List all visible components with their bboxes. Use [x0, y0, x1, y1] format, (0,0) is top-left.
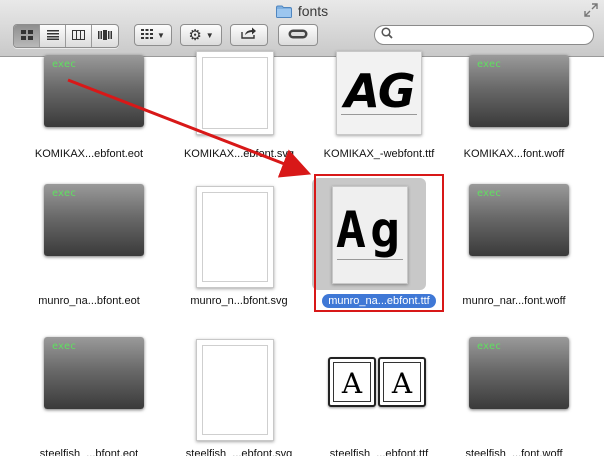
chevron-down-icon: ▼	[157, 30, 165, 40]
file-item[interactable]: exec KOMIKAX...font.woff	[445, 51, 595, 191]
file-name-label: steelfish_...font.woff	[465, 448, 563, 456]
exec-file-icon: exec	[469, 337, 569, 409]
column-view-button[interactable]	[66, 25, 92, 47]
file-item[interactable]: exec munro_na...bfont.eot	[20, 174, 170, 314]
document-icon	[196, 51, 274, 135]
icon-view-button[interactable]	[14, 25, 40, 47]
coverflow-icon	[98, 27, 112, 45]
search-field[interactable]	[374, 25, 594, 45]
file-grid: exec KOMIKAX...ebfont.eot KOMIKAX...ebfont…	[0, 51, 604, 456]
file-name-label: KOMIKAX_-webfont.ttf	[323, 148, 435, 160]
file-name-label: KOMIKAX...font.woff	[463, 148, 565, 160]
list-view-button[interactable]	[40, 25, 66, 47]
file-name-label: munro_na...bfont.eot	[38, 295, 140, 307]
file-name-label: steelfish_...bfont.eot	[39, 448, 139, 456]
search-input[interactable]	[397, 27, 581, 43]
file-item[interactable]: KOMIKAX...ebfont.svg	[170, 51, 320, 191]
file-item[interactable]: exec steelfish_...bfont.eot	[20, 327, 170, 456]
file-name-label: munro_n...bfont.svg	[190, 295, 288, 307]
exec-file-icon: exec	[469, 55, 569, 127]
gear-icon: ⚙	[188, 26, 202, 44]
finder-window: fonts ▼ ⚙ ▼ exec KOMIKAX...ebfont.eot KO…	[0, 0, 604, 456]
share-icon	[241, 26, 257, 44]
file-item[interactable]: steelfish_...ebfont.svg	[170, 327, 320, 456]
file-name-label: steelfish_...ebfont.svg	[185, 448, 293, 456]
chevron-down-icon: ▼	[205, 30, 214, 40]
font-preview-icon: AG	[336, 51, 422, 135]
share-button[interactable]	[230, 24, 268, 46]
arrange-icon	[141, 26, 154, 44]
annotation-highlight-box	[314, 174, 444, 312]
file-name-label: steelfish_...ebfont.ttf	[329, 448, 429, 456]
folder-icon	[275, 5, 292, 18]
document-icon	[196, 339, 274, 441]
tags-button[interactable]	[278, 24, 318, 46]
file-item[interactable]: munro_n...bfont.svg	[170, 174, 320, 314]
file-item[interactable]: exec KOMIKAX...ebfont.eot	[20, 51, 170, 191]
file-name-label: munro_nar...font.woff	[462, 295, 566, 307]
arrange-button[interactable]: ▼	[134, 24, 172, 46]
exec-file-icon: exec	[44, 337, 144, 409]
file-name-label: KOMIKAX...ebfont.eot	[34, 148, 144, 160]
exec-file-icon: exec	[469, 184, 569, 256]
exec-file-icon: exec	[44, 55, 144, 127]
file-name-label: KOMIKAX...ebfont.svg	[183, 148, 295, 160]
grid-icon	[20, 27, 33, 45]
title-bar: fonts	[0, 3, 604, 21]
list-icon	[46, 27, 59, 45]
file-item[interactable]: AG KOMIKAX_-webfont.ttf	[310, 51, 460, 191]
columns-icon	[72, 27, 85, 45]
action-button[interactable]: ⚙ ▼	[180, 24, 222, 46]
coverflow-view-button[interactable]	[92, 25, 118, 47]
document-icon	[196, 186, 274, 288]
tags-icon	[288, 26, 308, 44]
font-preview-icon: AA	[328, 357, 426, 407]
search-icon	[381, 26, 393, 44]
file-item[interactable]: A A steelfish_...ebfont.ttf	[310, 327, 460, 456]
window-title: fonts	[297, 3, 329, 19]
file-item[interactable]: exec munro_nar...font.woff	[445, 174, 595, 314]
view-mode-segmented-control	[13, 24, 119, 48]
fullscreen-icon[interactable]	[584, 3, 598, 17]
exec-file-icon: exec	[44, 184, 144, 256]
file-item[interactable]: exec steelfish_...font.woff	[445, 327, 595, 456]
toolbar: fonts ▼ ⚙ ▼	[0, 0, 604, 57]
